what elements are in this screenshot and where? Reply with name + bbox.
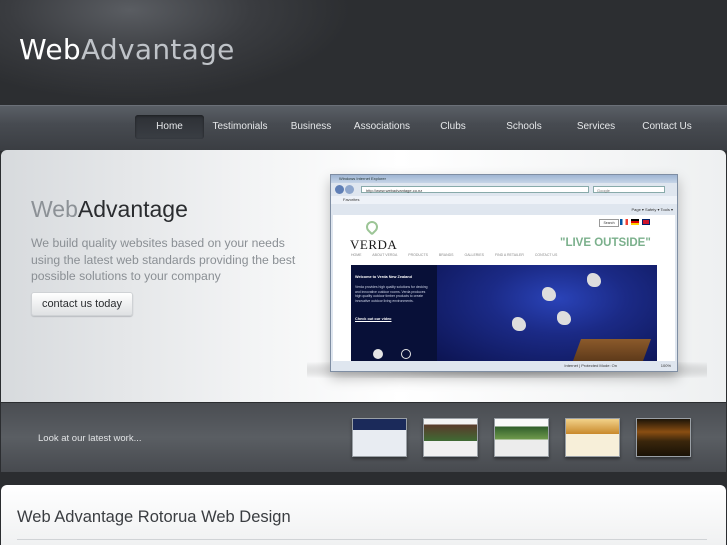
hero-title-web: Web <box>31 196 78 222</box>
verda-nav-item: BRANDS <box>438 253 454 257</box>
browser-zoom: 100% <box>660 363 671 368</box>
divider <box>17 539 707 540</box>
hero-title: WebAdvantage <box>31 196 188 223</box>
browser-status-bar: Internet | Protected Mode: On 100% <box>331 362 677 370</box>
verda-page: VERDA Search "LIVE OUTSIDE" HOME ABOUT V… <box>333 215 675 361</box>
site-logo[interactable]: WebAdvantage <box>19 33 235 66</box>
skater-figure <box>512 317 526 331</box>
browser-search-box: Google <box>593 186 665 193</box>
verda-intro-text: Verda provides high quality solutions fo… <box>355 285 428 303</box>
skater-figure <box>542 287 556 301</box>
portfolio-thumbnail[interactable] <box>494 418 549 457</box>
verda-content: Welcome to Verda New Zealand Verda provi… <box>351 265 657 361</box>
main-nav: Home Testimonials Business Associations … <box>0 105 727 151</box>
skater-figure <box>587 273 601 287</box>
hero-title-advantage: Advantage <box>77 196 188 222</box>
verda-nav-item: HOME <box>351 253 362 257</box>
verda-nav-item: PRODUCTS <box>408 253 428 257</box>
browser-favorites-bar: Favorites <box>331 196 677 204</box>
browser-command-bar: Page ▾ Safety ▾ Tools ▾ <box>331 205 677 214</box>
flag-fr-icon <box>620 219 628 225</box>
verda-welcome: Welcome to Verda New Zealand <box>355 275 412 279</box>
verda-nav: HOME ABOUT VERDA PRODUCTS BRANDS GALLERI… <box>351 253 656 261</box>
header: WebAdvantage <box>0 0 727 105</box>
flag-uk-icon <box>642 219 650 225</box>
nav-item-clubs[interactable]: Clubs <box>420 115 486 139</box>
browser-title-bar: Windows Internet Explorer <box>331 175 677 183</box>
nav-item-services[interactable]: Services <box>563 115 629 139</box>
portfolio-thumbnail[interactable] <box>423 418 478 457</box>
verda-nav-item: GALLERIES <box>464 253 484 257</box>
browser-screenshot: Windows Internet Explorer http://www.web… <box>330 174 678 372</box>
verda-search-button: Search <box>599 219 619 227</box>
verda-leaf-icon <box>363 218 381 236</box>
logo-advantage-text: Advantage <box>80 33 235 66</box>
browser-toolbar-items: Page ▾ Safety ▾ Tools ▾ <box>631 207 673 212</box>
portfolio-thumbnail[interactable] <box>352 418 407 457</box>
logo-web-text: Web <box>19 33 81 66</box>
hero-description: We build quality websites based on your … <box>31 236 296 283</box>
verda-slogan: "LIVE OUTSIDE" <box>560 237 651 249</box>
browser-address-bar: http://www.webadvantage.co.nz <box>361 186 589 193</box>
skater-figure <box>557 311 571 325</box>
back-icon <box>335 185 344 194</box>
browser-status-text: Internet | Protected Mode: On <box>564 363 617 368</box>
verda-video-link: Check out our video <box>355 317 392 321</box>
portfolio-thumbnail[interactable] <box>636 418 691 457</box>
nav-item-associations[interactable]: Associations <box>348 115 416 139</box>
verda-nav-item: ABOUT VERDA <box>372 253 398 257</box>
skate-photo <box>437 265 657 361</box>
nav-item-business[interactable]: Business <box>278 115 344 139</box>
flag-de-icon <box>631 219 639 225</box>
hero-panel: WebAdvantage We build quality websites b… <box>1 150 726 402</box>
verda-nav-item: CONTACT US <box>534 253 558 257</box>
latest-work-strip: Look at our latest work... <box>1 403 726 472</box>
nav-item-schools[interactable]: Schools <box>491 115 557 139</box>
latest-work-label: Look at our latest work... <box>38 433 142 444</box>
forward-icon <box>345 185 354 194</box>
nav-item-testimonials[interactable]: Testimonials <box>206 115 274 139</box>
verda-logo: VERDA <box>350 237 398 252</box>
portfolio-thumbnail[interactable] <box>565 418 620 457</box>
leaf-badge-icon <box>401 349 411 359</box>
contact-us-button[interactable]: contact us today <box>31 292 133 316</box>
nav-item-contact-us[interactable]: Contact Us <box>633 115 701 139</box>
nav-item-home[interactable]: Home <box>135 115 204 139</box>
badge-icon <box>373 349 383 359</box>
page-heading: Web Advantage Rotorua Web Design <box>17 508 291 526</box>
verda-nav-item: FIND A RETAILER <box>494 253 524 257</box>
wooden-ramp <box>572 339 652 361</box>
content-panel: Web Advantage Rotorua Web Design <box>1 485 726 545</box>
